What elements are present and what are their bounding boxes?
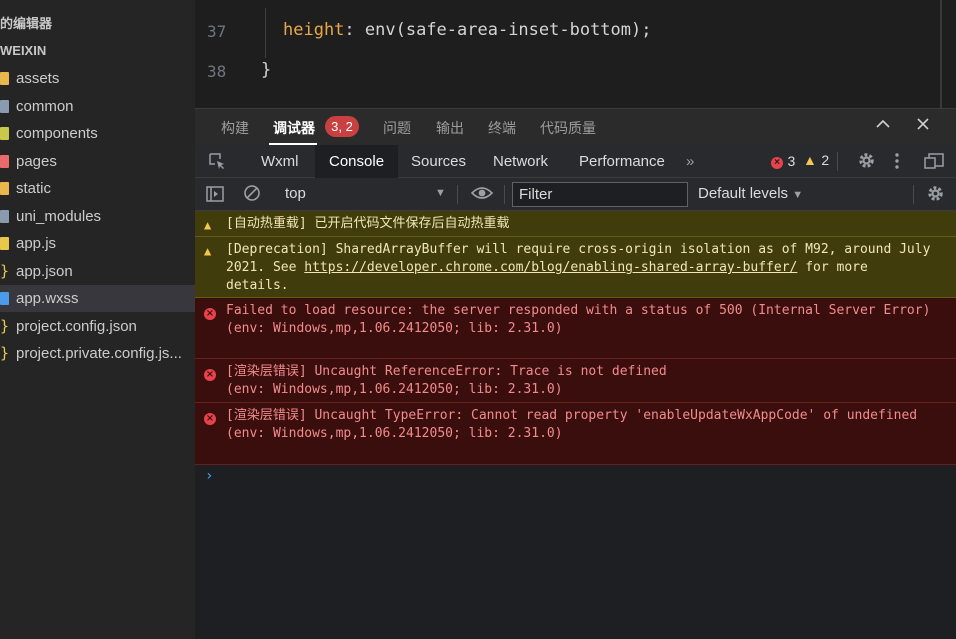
warning-counter[interactable]: ▲ 2 <box>803 152 829 170</box>
divider <box>457 185 458 204</box>
live-expression-eye-icon[interactable] <box>470 184 494 207</box>
css-file-icon <box>0 292 9 305</box>
tab-build[interactable]: 构建 <box>221 118 249 138</box>
file-tree-item[interactable]: pages <box>0 148 195 175</box>
console-prompt-chevron-icon[interactable]: › <box>205 468 213 484</box>
error-icon: × <box>204 308 216 320</box>
warning-icon: ▲ <box>803 152 817 168</box>
file-tree-item[interactable]: } app.json <box>0 258 195 285</box>
panel-tab-bar: 构建 调试器 3, 2 问题 输出 终端 代码质量 <box>195 108 956 145</box>
folder-icon <box>0 127 9 140</box>
file-tree-label: app.wxss <box>16 290 79 307</box>
workspace-name[interactable]: WEIXIN <box>0 41 46 61</box>
file-tree-item[interactable]: app.js <box>0 230 195 257</box>
file-tree-item[interactable]: } project.config.json <box>0 313 195 340</box>
inspect-element-icon[interactable] <box>207 151 227 176</box>
folder-icon <box>0 154 9 168</box>
file-tree-label: app.json <box>16 262 73 280</box>
code-line[interactable]: height: env(safe-area-inset-bottom); <box>283 20 652 40</box>
file-tree-label: pages <box>16 152 57 170</box>
file-tree-label: common <box>16 97 74 115</box>
file-explorer: 的编辑器 WEIXIN assets common components pages s… <box>0 0 195 639</box>
line-number: 38 <box>207 62 227 81</box>
clear-console-icon[interactable] <box>243 184 261 207</box>
code-editor[interactable]: 37 height: env(safe-area-inset-bottom); … <box>195 0 956 108</box>
json-file-icon: } <box>0 261 10 280</box>
tab-console[interactable]: Console <box>315 145 399 178</box>
file-tree-label: app.js <box>16 235 57 252</box>
error-icon: × <box>204 413 216 425</box>
editor-scrollbar[interactable] <box>940 0 942 108</box>
tab-sources[interactable]: Sources <box>411 145 466 178</box>
filter-input[interactable] <box>512 182 688 207</box>
settings-gear-icon[interactable] <box>857 151 876 175</box>
context-dropdown-icon[interactable]: ▼ <box>435 187 446 199</box>
json-file-icon: } <box>0 344 10 362</box>
devtools-tab-bar: Wxml Console Sources Network Performance… <box>195 145 956 178</box>
css-value: env(safe-area-inset-bottom) <box>364 20 642 40</box>
file-tree-label: assets <box>16 70 60 87</box>
error-icon: × <box>771 157 783 169</box>
console-message-error[interactable]: × Failed to load resource: the server re… <box>195 298 956 359</box>
error-icon: × <box>204 369 216 381</box>
issue-count-badge: 3, 2 <box>325 116 359 137</box>
tab-performance[interactable]: Performance <box>579 145 665 178</box>
log-levels-dropdown[interactable]: Default levels ▼ <box>698 185 803 202</box>
tab-output[interactable]: 输出 <box>436 118 464 138</box>
divider <box>913 185 914 204</box>
console-output[interactable]: ▲ [自动热重载] 已开启代码文件保存后自动热重载 ▲ [Deprecation… <box>195 211 956 639</box>
line-number: 37 <box>207 22 227 41</box>
console-message-warning[interactable]: ▲ [Deprecation] SharedArrayBuffer will r… <box>195 237 956 298</box>
console-message-warning[interactable]: ▲ [自动热重载] 已开启代码文件保存后自动热重载 <box>195 211 956 237</box>
explorer-title: 的编辑器 <box>0 16 53 31</box>
warning-icon: ▲ <box>204 244 212 258</box>
folder-icon <box>0 72 9 85</box>
close-panel-icon[interactable] <box>915 116 931 137</box>
dock-side-icon[interactable] <box>923 151 945 176</box>
show-sidebar-icon[interactable] <box>205 184 225 209</box>
json-file-icon: } <box>0 316 10 335</box>
tab-problems[interactable]: 问题 <box>383 118 411 138</box>
divider <box>837 152 838 171</box>
tab-debugger[interactable]: 调试器 <box>273 118 315 138</box>
divider <box>504 185 505 204</box>
more-tabs-icon[interactable]: » <box>686 145 694 178</box>
indent-guide <box>265 8 266 58</box>
js-file-icon <box>0 237 9 250</box>
chevron-down-icon: ▼ <box>792 189 804 201</box>
tab-wxml[interactable]: Wxml <box>261 145 299 178</box>
file-tree-item[interactable]: assets <box>0 65 195 92</box>
tab-network[interactable]: Network <box>493 145 548 178</box>
file-tree-item[interactable]: static <box>0 175 195 202</box>
warning-icon: ▲ <box>204 218 212 232</box>
context-selector[interactable]: top <box>285 185 306 202</box>
folder-icon <box>0 182 9 195</box>
file-tree-label: project.config.json <box>16 317 137 335</box>
file-tree-item[interactable]: app.wxss <box>0 285 195 312</box>
deprecation-link[interactable]: https://developer.chrome.com/blog/enabli… <box>304 260 797 275</box>
console-settings-gear-icon[interactable] <box>926 184 945 208</box>
file-tree-item[interactable]: uni_modules <box>0 203 195 230</box>
console-message-error[interactable]: × [渲染层错误] Uncaught TypeError: Cannot rea… <box>195 403 956 465</box>
error-counter[interactable]: × 3 <box>771 153 795 171</box>
folder-icon <box>0 99 9 113</box>
code-line[interactable]: } <box>261 60 271 80</box>
tab-terminal[interactable]: 终端 <box>488 118 516 138</box>
tab-code-quality[interactable]: 代码质量 <box>540 118 596 138</box>
css-property: height <box>283 20 345 40</box>
file-tree-label: components <box>16 125 98 142</box>
file-tree-label: static <box>16 180 52 197</box>
maximize-panel-icon[interactable] <box>875 116 891 137</box>
more-options-icon[interactable] <box>894 151 900 176</box>
file-tree-label: project.private.config.js... <box>16 345 182 362</box>
console-message-error[interactable]: × [渲染层错误] Uncaught ReferenceError: Trace… <box>195 359 956 403</box>
file-tree-item[interactable]: components <box>0 120 195 147</box>
file-tree-item[interactable]: } project.private.config.js... <box>0 340 195 367</box>
folder-icon <box>0 209 9 223</box>
console-toolbar: top ▼ Default levels ▼ <box>195 178 956 211</box>
file-tree-item[interactable]: common <box>0 93 195 120</box>
file-tree-label: uni_modules <box>16 207 102 225</box>
